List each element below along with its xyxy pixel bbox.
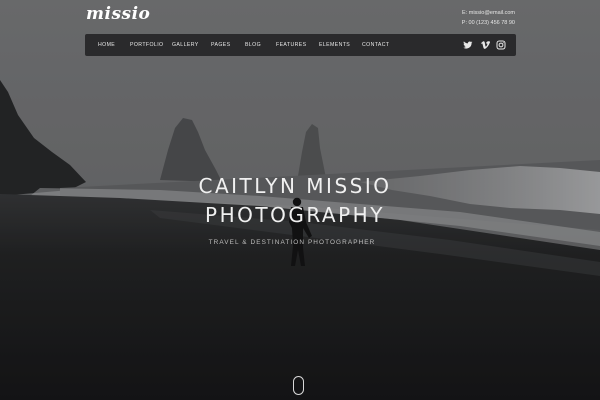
nav-item-elements[interactable]: ELEMENTS	[319, 34, 350, 56]
nav-item-contact[interactable]: CONTACT	[362, 34, 390, 56]
nav-item-portfolio[interactable]: PORTFOLIO	[130, 34, 163, 56]
nav-item-blog[interactable]: BLOG	[245, 34, 261, 56]
hero-title: CAITLYN MISSIO PHOTOGRAPHY	[0, 172, 590, 230]
main-navbar: HOME PORTFOLIO GALLERY PAGES BLOG FEATUR…	[85, 34, 516, 56]
nav-item-pages[interactable]: PAGES	[211, 34, 231, 56]
twitter-icon[interactable]	[463, 40, 473, 50]
vimeo-icon[interactable]	[480, 40, 490, 50]
nav-item-features[interactable]: FEATURES	[276, 34, 306, 56]
site-logo[interactable]: missio	[86, 4, 150, 24]
hero-subtitle: TRAVEL & DESTINATION PHOTOGRAPHER	[208, 239, 376, 246]
scroll-down-icon[interactable]	[293, 376, 304, 395]
contact-email[interactable]: E: missio@email.com	[462, 8, 515, 18]
contact-phone: P: 00 (123) 456 78 90	[461, 20, 515, 26]
hero-title-line-2: PHOTOGRAPHY	[205, 203, 385, 227]
contact-info: E: missio@email.com P: 00 (123) 456 78 9…	[462, 8, 515, 28]
instagram-icon[interactable]	[496, 40, 506, 50]
hero-title-line-1: CAITLYN MISSIO	[198, 174, 392, 198]
nav-item-home[interactable]: HOME	[98, 34, 115, 56]
nav-item-gallery[interactable]: GALLERY	[172, 34, 199, 56]
